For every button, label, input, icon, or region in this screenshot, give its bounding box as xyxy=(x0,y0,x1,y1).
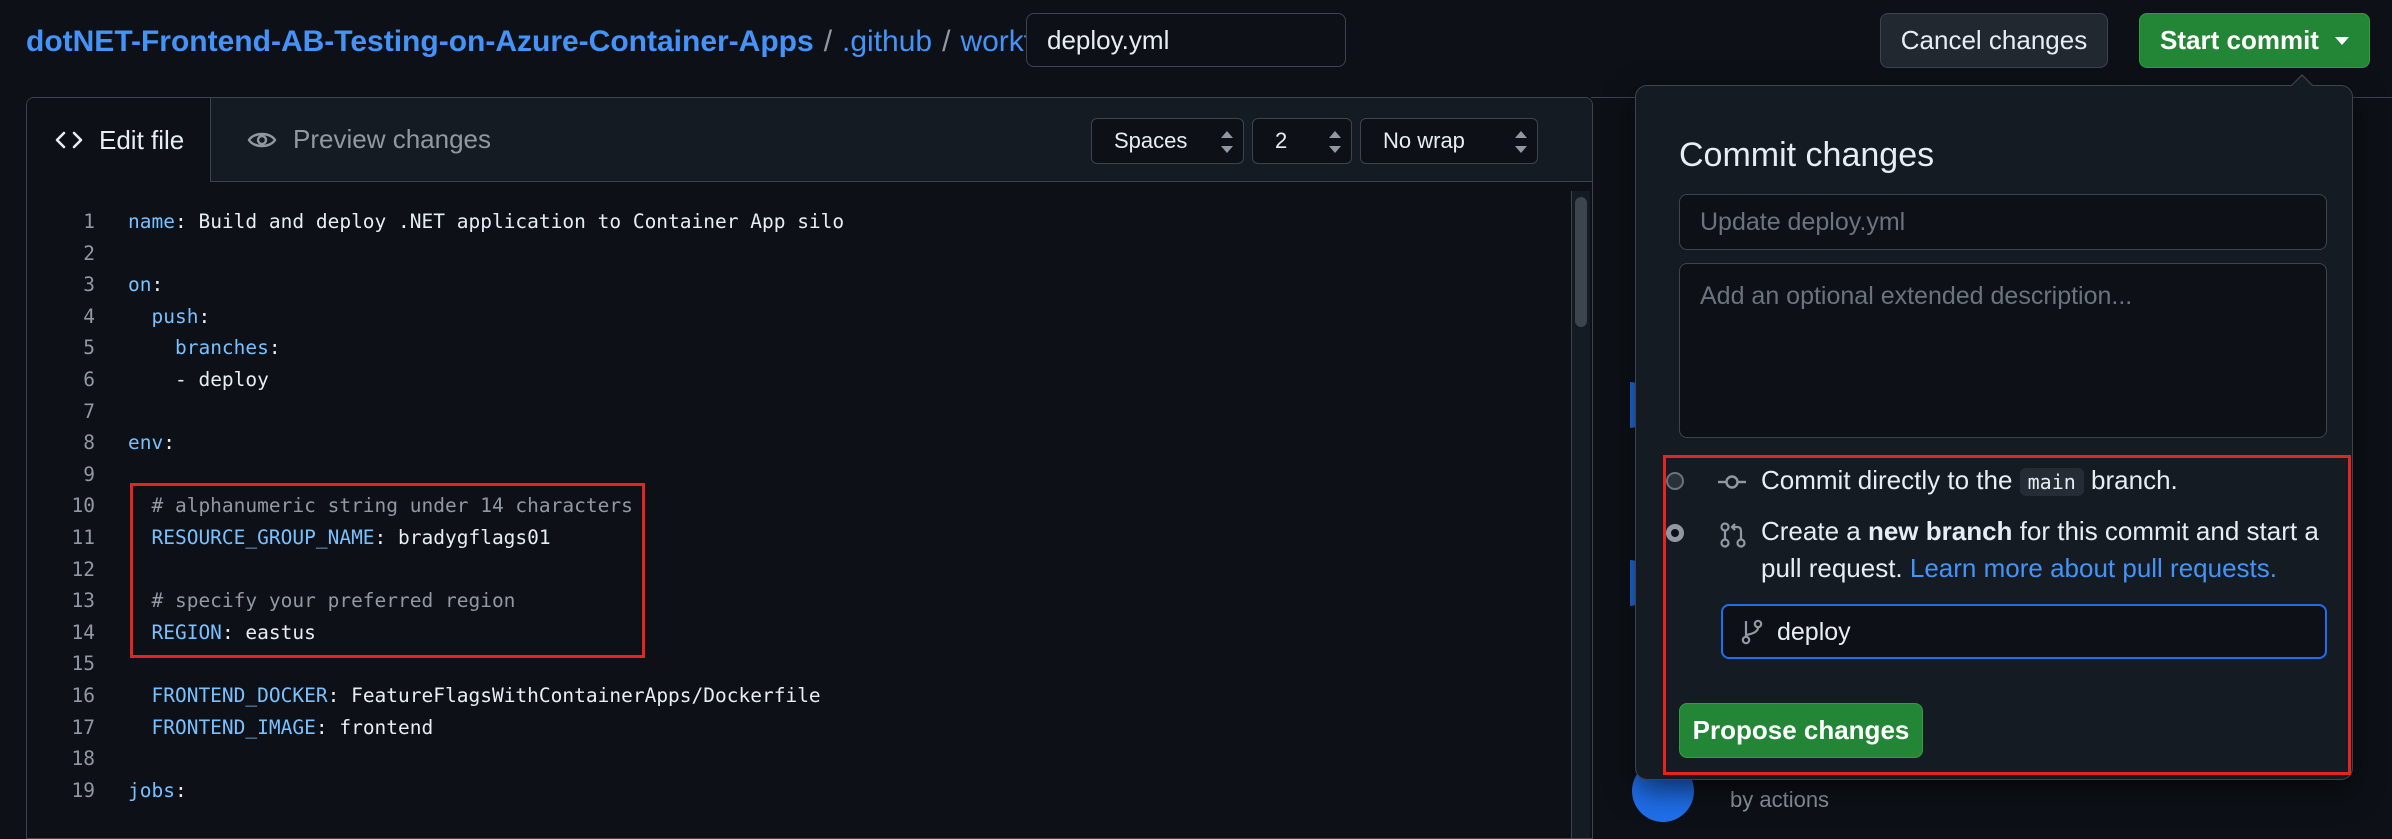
line-number: 16 xyxy=(71,683,95,707)
line-content: push: xyxy=(128,301,210,333)
line-content: on: xyxy=(128,269,163,301)
yaml-value: : xyxy=(268,336,281,360)
breadcrumb: dotNET-Frontend-AB-Testing-on-Azure-Cont… xyxy=(26,22,1121,62)
line-content: name: Build and deploy .NET application … xyxy=(128,206,844,238)
yaml-value: : FeatureFlagsWithContainerApps/Dockerfi… xyxy=(327,683,821,707)
editor-scrollbar[interactable] xyxy=(1571,191,1590,838)
eye-icon xyxy=(247,132,277,147)
caret-down-icon xyxy=(2334,36,2349,45)
popover-title: Commit changes xyxy=(1679,136,1935,174)
cancel-changes-button[interactable]: Cancel changes xyxy=(1880,13,2108,68)
line-number: 19 xyxy=(71,778,95,802)
annotation-highlight-box xyxy=(1663,455,2351,775)
cancel-changes-label: Cancel changes xyxy=(1900,25,2088,55)
line-number: 8 xyxy=(83,431,95,455)
line-content: FRONTEND_DOCKER: FeatureFlagsWithContain… xyxy=(128,680,821,712)
annotation-highlight-box xyxy=(130,483,645,658)
line-number: 13 xyxy=(71,589,95,613)
line-number: 18 xyxy=(71,747,95,771)
code-line[interactable]: 3 on: xyxy=(27,269,1567,301)
scrollbar-thumb[interactable] xyxy=(1575,197,1587,327)
line-content: jobs: xyxy=(128,775,187,807)
line-content: env: xyxy=(128,427,175,459)
code-line[interactable]: 17 FRONTEND_IMAGE: frontend xyxy=(27,712,1567,744)
line-number: 15 xyxy=(71,652,95,676)
line-number: 9 xyxy=(83,462,95,486)
line-content: branches: xyxy=(128,332,281,364)
line-number: 12 xyxy=(71,557,95,581)
tab-preview-changes-label: Preview changes xyxy=(293,124,491,154)
line-number: 6 xyxy=(83,367,95,391)
wrap-mode-select[interactable]: No wrap xyxy=(1360,118,1538,164)
breadcrumb-repo-link[interactable]: dotNET-Frontend-AB-Testing-on-Azure-Cont… xyxy=(26,25,814,59)
yaml-key: name xyxy=(128,210,175,233)
yaml-value: : xyxy=(198,304,211,328)
breadcrumb-separator: / xyxy=(823,25,833,58)
editor-toolbar: Edit file Preview changes Spaces 2 No wr… xyxy=(27,98,1592,182)
line-number: 10 xyxy=(71,494,95,518)
code-line[interactable]: 1 name: Build and deploy .NET application… xyxy=(27,206,1567,238)
line-content: - deploy xyxy=(128,364,269,396)
commit-description-input[interactable] xyxy=(1679,263,2327,438)
line-number: 2 xyxy=(83,241,95,265)
code-line[interactable]: 6 - deploy xyxy=(27,364,1567,396)
yaml-key: FRONTEND_IMAGE xyxy=(151,715,316,739)
indent-mode-value: Spaces xyxy=(1114,128,1188,153)
tab-edit-file[interactable]: Edit file xyxy=(27,98,211,182)
yaml-key: jobs xyxy=(128,778,175,802)
line-number: 14 xyxy=(71,620,95,644)
code-line[interactable]: 18 xyxy=(27,743,1567,775)
line-number: 3 xyxy=(83,273,95,297)
yaml-value: : frontend xyxy=(315,715,434,739)
indent-size-select[interactable]: 2 xyxy=(1252,118,1352,164)
indent-size-value: 2 xyxy=(1275,128,1288,153)
breadcrumb-separator: / xyxy=(942,25,951,58)
yaml-value: - deploy xyxy=(174,367,269,391)
line-number: 7 xyxy=(83,399,95,423)
select-arrows-icon xyxy=(1221,131,1233,153)
tab-preview-changes[interactable]: Preview changes xyxy=(247,98,491,181)
line-content: FRONTEND_IMAGE: frontend xyxy=(128,712,433,744)
code-line[interactable]: 19 jobs: xyxy=(27,775,1567,807)
by-actions-text: by actions xyxy=(1730,787,1830,812)
select-arrows-icon xyxy=(1515,131,1527,153)
yaml-value: : xyxy=(151,273,164,297)
line-number: 1 xyxy=(83,210,95,233)
code-line[interactable]: 2 xyxy=(27,238,1567,270)
indent-mode-select[interactable]: Spaces xyxy=(1091,118,1244,164)
code-line[interactable]: 16 FRONTEND_DOCKER: FeatureFlagsWithCont… xyxy=(27,680,1567,712)
yaml-value: : xyxy=(163,431,175,455)
breadcrumb-github-link[interactable]: .github xyxy=(842,25,932,59)
wrap-mode-value: No wrap xyxy=(1383,128,1465,153)
code-line[interactable]: 4 push: xyxy=(27,301,1567,333)
line-number: 17 xyxy=(71,715,95,739)
yaml-key: branches xyxy=(174,336,269,360)
yaml-value: : xyxy=(174,778,187,802)
select-arrows-icon xyxy=(1329,131,1341,153)
tab-edit-file-label: Edit file xyxy=(99,124,185,155)
start-commit-button[interactable]: Start commit xyxy=(2139,13,2370,68)
line-number: 5 xyxy=(83,336,95,360)
commit-summary-input[interactable] xyxy=(1679,194,2327,250)
popover-caret-inner xyxy=(2291,76,2313,87)
yaml-key: push xyxy=(151,304,199,328)
yaml-key: env xyxy=(128,431,164,455)
code-line[interactable]: 8 env: xyxy=(27,427,1567,459)
yaml-key: on xyxy=(128,273,152,297)
editor-panel: Edit file Preview changes Spaces 2 No wr… xyxy=(26,97,1593,839)
filename-input[interactable] xyxy=(1026,13,1346,67)
yaml-key: FRONTEND_DOCKER xyxy=(151,683,328,707)
code-icon xyxy=(55,131,83,149)
start-commit-label: Start commit xyxy=(2160,25,2319,55)
line-number: 4 xyxy=(83,304,95,328)
code-line[interactable]: 7 xyxy=(27,396,1567,428)
yaml-value: : Build and deploy .NET application to C… xyxy=(174,210,845,233)
line-number: 11 xyxy=(71,525,95,549)
code-line[interactable]: 5 branches: xyxy=(27,332,1567,364)
